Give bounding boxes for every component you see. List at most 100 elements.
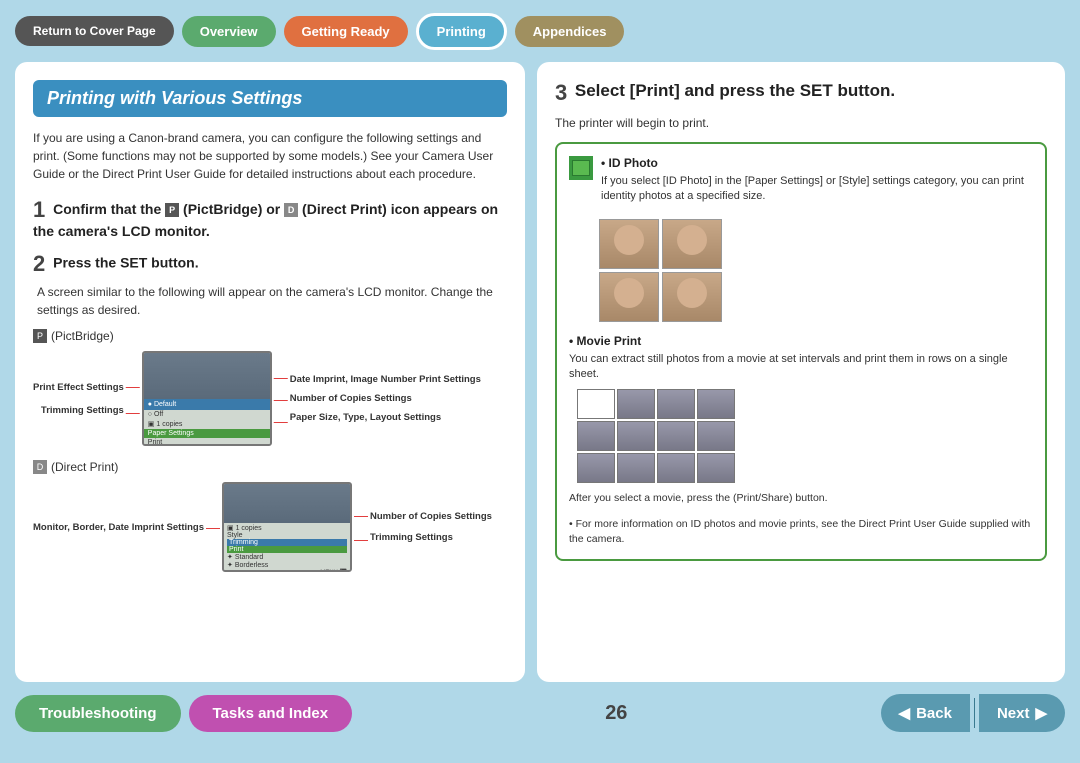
pb-menu-item1: ○ Off <box>144 410 270 419</box>
dp-item3: Trimming <box>227 539 347 546</box>
dp-left-label1: Monitor, Border, Date Imprint Settings <box>33 522 204 533</box>
dp-item1: ▣ 1 copies <box>227 524 347 532</box>
movie-cell-12 <box>697 453 735 483</box>
next-button[interactable]: Next ▶ <box>979 694 1065 732</box>
movie-cell-6 <box>617 421 655 451</box>
dp-lcd-screen: ▣ 1 copies Style Trimming Print ✦ Standa… <box>222 482 352 572</box>
pb-lcd-screen: ● Default ○ Off ▣ 1 copies Paper Setting… <box>142 351 272 446</box>
dp-right-labels: Number of Copies Settings Trimming Setti… <box>370 511 492 543</box>
intro-text: If you are using a Canon-brand camera, y… <box>33 129 507 183</box>
id-photo-cell-3 <box>599 272 659 322</box>
pb-menu-item4: Print <box>144 438 270 447</box>
movie-print-text: You can extract still photos from a movi… <box>569 352 1033 383</box>
direct-print-text: (Direct Print) <box>51 460 118 474</box>
pb-right-label3: Paper Size, Type, Layout Settings <box>290 412 481 423</box>
movie-cell-4 <box>697 389 735 419</box>
pb-menu-item2: ▣ 1 copies <box>144 419 270 429</box>
id-photo-text: If you select [ID Photo] in the [Paper S… <box>601 174 1033 205</box>
dp-item6: ✦ Borderless <box>227 561 347 569</box>
step2-sub: A screen similar to the following will a… <box>37 283 507 319</box>
pb-right-arrows: — — — <box>274 370 288 428</box>
movie-cell-5 <box>577 421 615 451</box>
back-arrow-icon: ◀ <box>899 704 911 722</box>
troubleshoot-button[interactable]: Troubleshooting <box>15 695 181 732</box>
face-3 <box>614 278 644 308</box>
top-navigation: Return to Cover Page Overview Getting Re… <box>0 0 1080 62</box>
pb-right-labels: Date Imprint, Image Number Print Setting… <box>290 374 481 423</box>
back-next-group: ◀ Back Next ▶ <box>881 694 1065 732</box>
movie-cell-10 <box>617 453 655 483</box>
step2-title: Press the SET button. <box>53 255 198 271</box>
dp-item4: Print <box>227 546 347 553</box>
step1-text: Confirm that the P (PictBridge) or D (Di… <box>33 201 498 239</box>
movie-cell-7 <box>657 421 695 451</box>
movie-cell-8 <box>697 421 735 451</box>
bottom-navigation: Troubleshooting Tasks and Index 26 ◀ Bac… <box>0 682 1080 744</box>
pb-left-label2: Trimming Settings <box>33 405 124 416</box>
main-content: Printing with Various Settings If you ar… <box>15 62 1065 682</box>
pictbridge-icon-2: P <box>33 329 47 343</box>
pictbridge-label: P (PictBridge) <box>33 329 507 343</box>
footer-note: • For more information on ID photos and … <box>569 517 1033 546</box>
face-1 <box>614 225 644 255</box>
step1-number: 1 <box>33 197 45 222</box>
pb-menu-item3: Paper Settings <box>144 429 270 438</box>
page-number: 26 <box>360 702 872 725</box>
dp-right-label2: Trimming Settings <box>370 532 492 543</box>
dp-right-arrows: — — <box>354 508 368 546</box>
feature-box: • ID Photo If you select [ID Photo] in t… <box>555 142 1047 561</box>
direct-print-label: D (Direct Print) <box>33 460 507 474</box>
face-2 <box>677 225 707 255</box>
pb-left-labels: Print Effect Settings Trimming Settings <box>33 382 124 416</box>
step3-sub: The printer will begin to print. <box>555 116 1047 130</box>
movie-cell-9 <box>577 453 615 483</box>
panel-title: Printing with Various Settings <box>33 80 507 117</box>
pb-lcd-photo-area <box>144 353 270 399</box>
return-to-cover-button[interactable]: Return to Cover Page <box>15 16 174 46</box>
id-photo-cell-2 <box>662 219 722 269</box>
id-photo-content: • ID Photo If you select [ID Photo] in t… <box>601 156 1033 211</box>
dp-footer: MENU ⬛ <box>227 569 347 572</box>
pictbridge-lcd-area: Print Effect Settings Trimming Settings … <box>33 351 507 446</box>
getting-ready-button[interactable]: Getting Ready <box>284 16 408 47</box>
tasks-button[interactable]: Tasks and Index <box>189 695 353 732</box>
back-button[interactable]: ◀ Back <box>881 694 970 732</box>
direct-print-icon-2: D <box>33 460 47 474</box>
pb-right-label2: Number of Copies Settings <box>290 393 481 404</box>
dp-right-label1: Number of Copies Settings <box>370 511 492 522</box>
movie-print-title: • Movie Print <box>569 334 1033 348</box>
right-panel: 3 Select [Print] and press the SET butto… <box>537 62 1065 682</box>
id-photo-grid <box>599 219 1033 322</box>
dp-left-arrows: — <box>206 520 220 535</box>
dp-item2: Style <box>227 532 347 539</box>
dp-lcd-menu: ▣ 1 copies Style Trimming Print ✦ Standa… <box>224 523 350 570</box>
step1-heading: 1 Confirm that the P (PictBridge) or D (… <box>33 197 507 239</box>
pb-right-label1: Date Imprint, Image Number Print Setting… <box>290 374 481 385</box>
movie-cell-2 <box>617 389 655 419</box>
back-label: Back <box>916 705 952 722</box>
appendices-button[interactable]: Appendices <box>515 16 625 47</box>
pb-left-label1: Print Effect Settings <box>33 382 124 393</box>
id-photo-section: • ID Photo If you select [ID Photo] in t… <box>569 156 1033 322</box>
step2-heading: 2 Press the SET button. <box>33 251 507 277</box>
pictbridge-icon: P <box>165 203 179 217</box>
id-photo-title: • ID Photo <box>601 156 1033 170</box>
step2-section: 2 Press the SET button. A screen similar… <box>33 251 507 572</box>
printing-button[interactable]: Printing <box>416 13 507 50</box>
left-panel: Printing with Various Settings If you ar… <box>15 62 525 682</box>
step3-title: Select [Print] and press the SET button. <box>575 81 895 100</box>
pb-menu-item-selected: ● Default <box>144 399 270 410</box>
overview-button[interactable]: Overview <box>182 16 276 47</box>
back-next-divider <box>974 698 975 728</box>
dp-left-labels: Monitor, Border, Date Imprint Settings <box>33 522 204 533</box>
step3-header: 3 Select [Print] and press the SET butto… <box>555 80 1047 106</box>
movie-cell-1 <box>577 389 615 419</box>
id-photo-cell-1 <box>599 219 659 269</box>
id-photo-icon-inner <box>572 160 590 176</box>
next-label: Next <box>997 705 1030 722</box>
movie-cell-3 <box>657 389 695 419</box>
id-photo-cell-4 <box>662 272 722 322</box>
movie-print-section: • Movie Print You can extract still phot… <box>569 334 1033 505</box>
pictbridge-text: (PictBridge) <box>51 329 114 343</box>
step2-number: 2 <box>33 251 45 276</box>
